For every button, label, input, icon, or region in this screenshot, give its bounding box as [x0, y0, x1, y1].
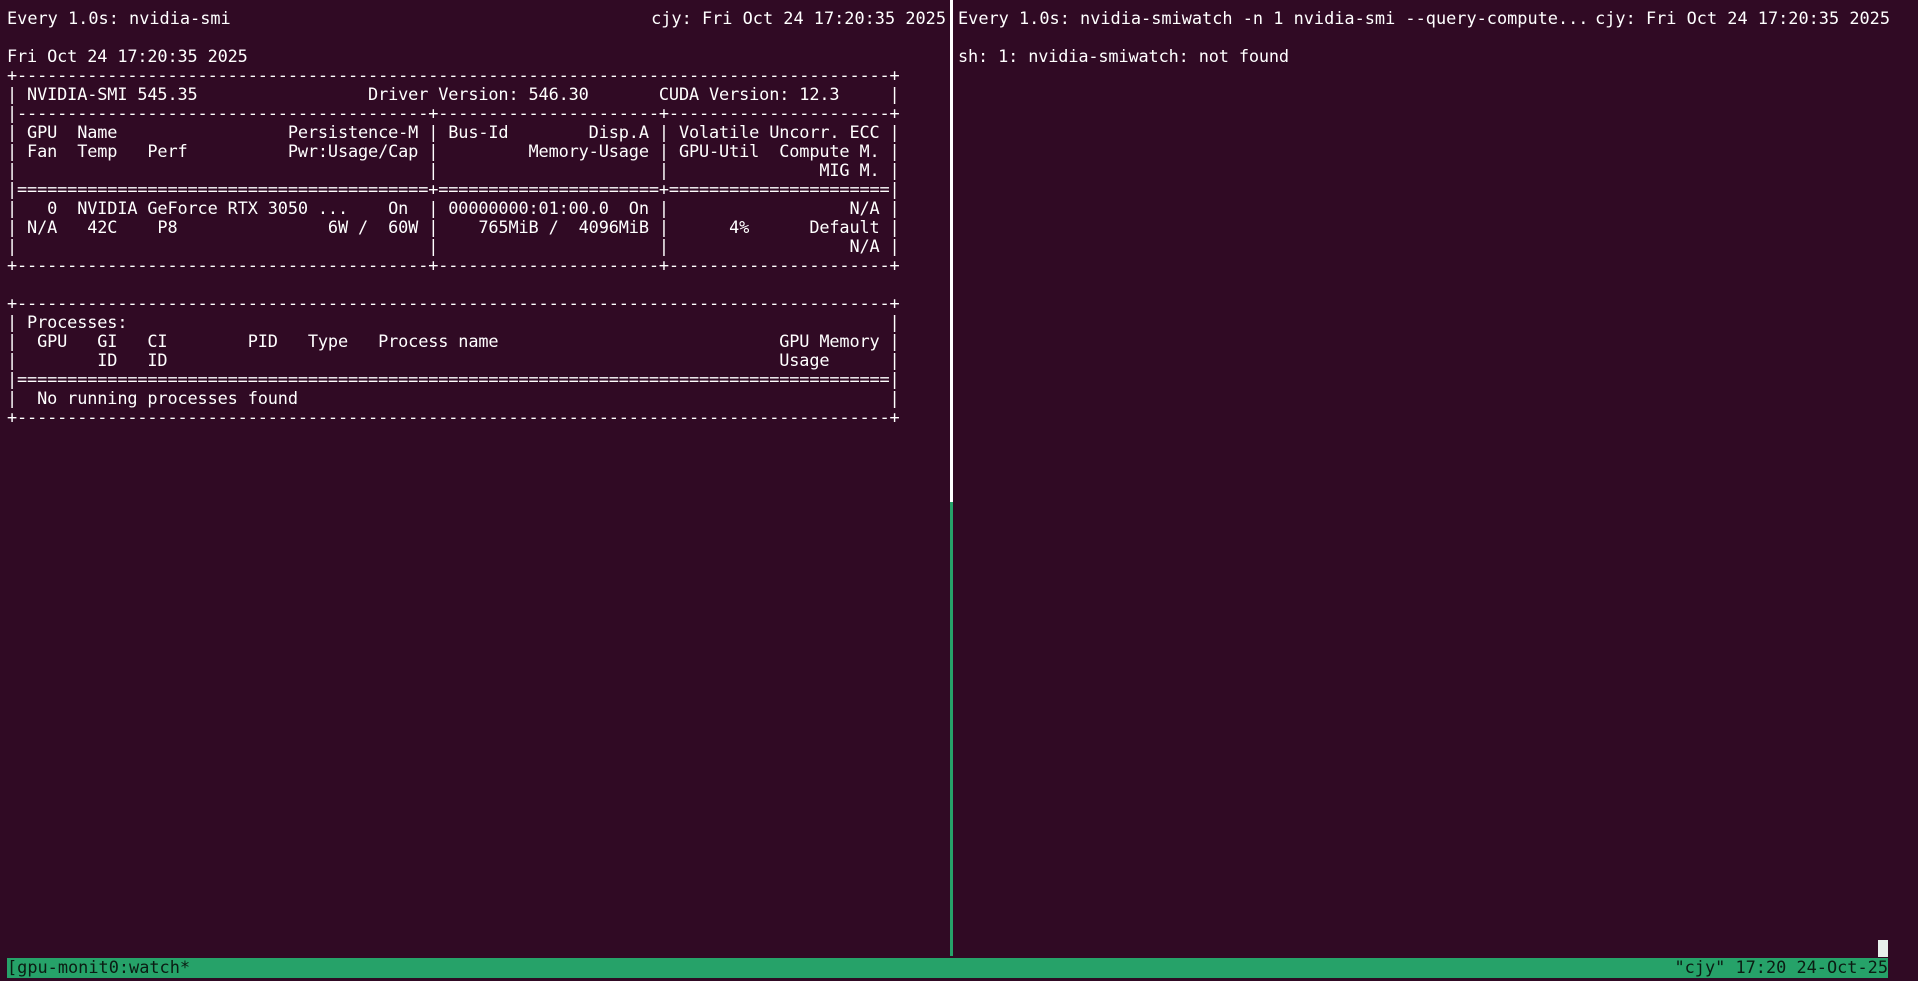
- output-line: | NVIDIA-SMI 545.35 Driver Version: 546.…: [7, 84, 900, 104]
- watch-command: Every 1.0s: nvidia-smiwatch -n 1 nvidia-…: [958, 8, 1589, 28]
- left-terminal-pane[interactable]: Every 1.0s: nvidia-smi cjy: Fri Oct 24 1…: [0, 0, 950, 956]
- watch-header: Every 1.0s: nvidia-smiwatch -n 1 nvidia-…: [958, 9, 1890, 28]
- output-line: |=======================================…: [7, 369, 900, 389]
- watch-host-time: cjy: Fri Oct 24 17:20:35 2025: [651, 8, 946, 28]
- output-line: | Fan Temp Perf Pwr:Usage/Cap | Memory-U…: [7, 141, 900, 161]
- nvidia-smi-output: Fri Oct 24 17:20:35 2025 +---------------…: [7, 47, 950, 427]
- output-line: +---------------------------------------…: [7, 255, 900, 275]
- watch-command: Every 1.0s: nvidia-smi: [7, 8, 231, 28]
- output-line: +---------------------------------------…: [7, 293, 900, 313]
- tmux-host-clock: "cjy" 17:20 24-Oct-25: [1674, 957, 1888, 977]
- output-line: +---------------------------------------…: [7, 407, 900, 427]
- output-line: | ID ID Usage |: [7, 350, 900, 370]
- output-line: | GPU GI CI PID Type Process name GPU Me…: [7, 331, 900, 351]
- output-line: | | | MIG M. |: [7, 160, 900, 180]
- right-terminal-pane[interactable]: Every 1.0s: nvidia-smiwatch -n 1 nvidia-…: [953, 0, 1918, 956]
- output-line: | 0 NVIDIA GeForce RTX 3050 ... On | 000…: [7, 198, 900, 218]
- terminal-cursor: [1878, 940, 1888, 957]
- watch-host-time: cjy: Fri Oct 24 17:20:35 2025: [1595, 8, 1890, 28]
- tmux-status-bar: [gpu-monit0:watch* "cjy" 17:20 24-Oct-25: [7, 958, 1888, 978]
- output-line: | GPU Name Persistence-M | Bus-Id Disp.A…: [7, 122, 900, 142]
- watch-header: Every 1.0s: nvidia-smi cjy: Fri Oct 24 1…: [7, 9, 946, 28]
- output-line: +---------------------------------------…: [7, 65, 900, 85]
- output-line: sh: 1: nvidia-smiwatch: not found: [958, 46, 1289, 66]
- output-line: |---------------------------------------…: [7, 103, 900, 123]
- command-output: sh: 1: nvidia-smiwatch: not found: [958, 47, 1918, 66]
- output-line: Fri Oct 24 17:20:35 2025: [7, 46, 248, 66]
- output-line: | No running processes found |: [7, 388, 900, 408]
- output-line: |=======================================…: [7, 179, 900, 199]
- output-line: | | | N/A |: [7, 236, 900, 256]
- tmux-session-window[interactable]: [gpu-monit0:watch*: [7, 958, 190, 977]
- output-line: | Processes: |: [7, 312, 900, 332]
- output-line: | N/A 42C P8 6W / 60W | 765MiB / 4096MiB…: [7, 217, 900, 237]
